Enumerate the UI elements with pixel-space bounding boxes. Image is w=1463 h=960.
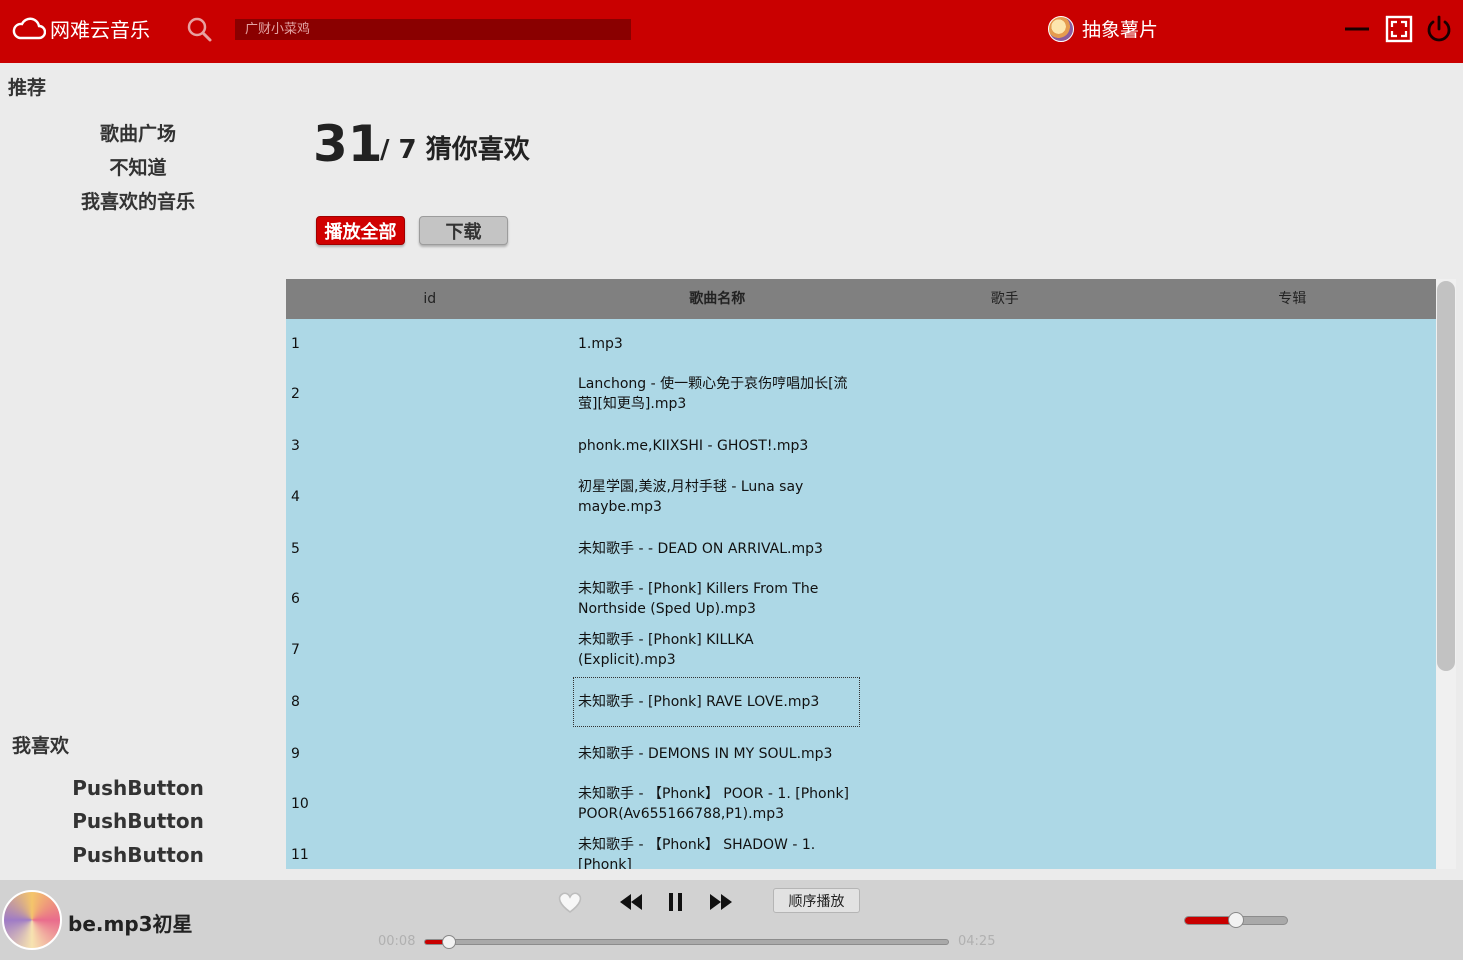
now-playing-title: be.mp3初星学 (68, 912, 193, 936)
row-song-name[interactable]: 1.mp3 (578, 334, 858, 354)
row-id: 5 (291, 540, 300, 557)
table-row[interactable]: 5 未知歌手 - - DEAD ON ARRIVAL.mp3 (286, 536, 1436, 561)
row-song-name[interactable]: 未知歌手 - DEMONS IN MY SOUL.mp3 (578, 744, 858, 764)
download-button[interactable]: 下载 (419, 216, 508, 245)
column-header-singer[interactable]: 歌手 (861, 279, 1149, 319)
push-button-1[interactable]: PushButton (0, 776, 276, 800)
sidebar-item-liked-music[interactable]: 我喜欢的音乐 (0, 187, 276, 214)
table-row[interactable]: 7 未知歌手 - [Phonk] KILLKA (Explicit).mp3 (286, 628, 1436, 671)
row-song-name[interactable]: 未知歌手 - [Phonk] RAVE LOVE.mp3 (573, 677, 860, 727)
table-row[interactable]: 11 未知歌手 - 【Phonk】 SHADOW - 1. [Phonk] (286, 833, 1436, 870)
table-row-selected[interactable]: 8 未知歌手 - [Phonk] RAVE LOVE.mp3 (286, 677, 1436, 727)
page-title: / 7 猜你喜欢 (380, 135, 530, 165)
main-content: 31 / 7 猜你喜欢 播放全部 下载 id 歌曲名称 歌手 专辑 1 1.mp… (276, 63, 1463, 880)
row-id: 8 (291, 694, 300, 710)
row-id: 2 (291, 385, 300, 402)
row-id: 7 (291, 641, 300, 658)
next-icon[interactable] (706, 888, 736, 916)
section-title-like: 我喜欢 (12, 735, 70, 757)
table-header: id 歌曲名称 歌手 专辑 (286, 279, 1436, 319)
column-header-album[interactable]: 专辑 (1149, 279, 1437, 319)
song-table: id 歌曲名称 歌手 专辑 1 1.mp3 2 Lanchong - 使一颗心免… (286, 279, 1436, 869)
table-row[interactable]: 2 Lanchong - 使一颗心免于哀伤哼唱加长[流萤][知更鸟].mp3 (286, 372, 1436, 415)
player-bar: be.mp3初星学 顺序播放 00:08 04:25 (0, 880, 1463, 960)
row-id: 1 (291, 335, 300, 352)
sidebar-item-song-square[interactable]: 歌曲广场 (0, 119, 276, 146)
play-all-button[interactable]: 播放全部 (316, 216, 405, 245)
row-song-name[interactable]: 初星学園,美波,月村手毬 - Luna say maybe.mp3 (578, 477, 858, 517)
push-button-2[interactable]: PushButton (0, 809, 276, 833)
row-song-name[interactable]: 未知歌手 - [Phonk] Killers From The Northsid… (578, 579, 858, 619)
progress-slider[interactable] (424, 935, 949, 949)
row-song-name[interactable]: Lanchong - 使一颗心免于哀伤哼唱加长[流萤][知更鸟].mp3 (578, 374, 858, 414)
cloud-icon (12, 17, 46, 39)
row-song-name[interactable]: 未知歌手 - 【Phonk】 SHADOW - 1. [Phonk] (578, 835, 858, 870)
row-song-name[interactable]: 未知歌手 - 【Phonk】 POOR - 1. [Phonk] POOR(Av… (578, 784, 858, 824)
total-time: 04:25 (958, 934, 996, 949)
search-input[interactable] (235, 19, 631, 40)
section-title-recommend: 推荐 (8, 77, 47, 99)
app-logo: 网难云音乐 (12, 14, 150, 43)
table-row[interactable]: 4 初星学園,美波,月村手毬 - Luna say maybe.mp3 (286, 475, 1436, 518)
progress-handle[interactable] (441, 935, 456, 949)
album-cover[interactable] (2, 890, 62, 950)
push-button-3[interactable]: PushButton (0, 843, 276, 867)
user-profile[interactable]: 抽象薯片 (1048, 15, 1158, 42)
heart-icon[interactable] (555, 888, 585, 916)
play-mode-button[interactable]: 顺序播放 (773, 888, 860, 913)
table-row[interactable]: 3 phonk.me,KIIXSHI - GHOST!.mp3 (286, 433, 1436, 458)
avatar[interactable] (1048, 15, 1074, 42)
sidebar: 推荐 歌曲广场 不知道 我喜欢的音乐 我喜欢 PushButton PushBu… (0, 63, 276, 880)
row-id: 11 (291, 846, 309, 863)
day-number: 31 (313, 115, 383, 173)
app-title: 网难云音乐 (50, 18, 150, 42)
power-icon[interactable] (1424, 14, 1454, 44)
row-id: 9 (291, 745, 300, 762)
minimize-icon[interactable] (1342, 14, 1372, 44)
column-header-id[interactable]: id (286, 279, 574, 319)
row-id: 6 (291, 590, 300, 607)
table-row[interactable]: 9 未知歌手 - DEMONS IN MY SOUL.mp3 (286, 741, 1436, 766)
sidebar-item-unknown[interactable]: 不知道 (0, 153, 276, 180)
search-icon[interactable] (185, 15, 213, 43)
maximize-icon[interactable] (1384, 14, 1414, 44)
column-header-song-name[interactable]: 歌曲名称 (574, 279, 862, 319)
table-row[interactable]: 1 1.mp3 (286, 331, 1436, 356)
pause-icon[interactable] (661, 888, 691, 916)
row-id: 4 (291, 488, 300, 505)
row-id: 10 (291, 795, 309, 812)
user-name[interactable]: 抽象薯片 (1082, 15, 1158, 42)
row-song-name[interactable]: phonk.me,KIIXSHI - GHOST!.mp3 (578, 436, 858, 456)
table-scrollbar[interactable] (1436, 279, 1456, 869)
table-row[interactable]: 10 未知歌手 - 【Phonk】 POOR - 1. [Phonk] POOR… (286, 782, 1436, 825)
title-bar: 网难云音乐 抽象薯片 (0, 0, 1463, 63)
row-song-name[interactable]: 未知歌手 - [Phonk] KILLKA (Explicit).mp3 (578, 630, 778, 670)
volume-handle[interactable] (1228, 912, 1244, 928)
table-row[interactable]: 6 未知歌手 - [Phonk] Killers From The Norths… (286, 577, 1436, 620)
row-song-name[interactable]: 未知歌手 - - DEAD ON ARRIVAL.mp3 (578, 539, 858, 559)
previous-icon[interactable] (616, 888, 646, 916)
music-app-window: 网难云音乐 抽象薯片 推荐 歌曲广场 不知道 我喜欢的音乐 我喜欢 PushB (0, 0, 1463, 960)
volume-slider[interactable] (1184, 912, 1288, 928)
current-time: 00:08 (378, 934, 416, 949)
scrollbar-thumb[interactable] (1437, 281, 1455, 671)
row-id: 3 (291, 437, 300, 454)
